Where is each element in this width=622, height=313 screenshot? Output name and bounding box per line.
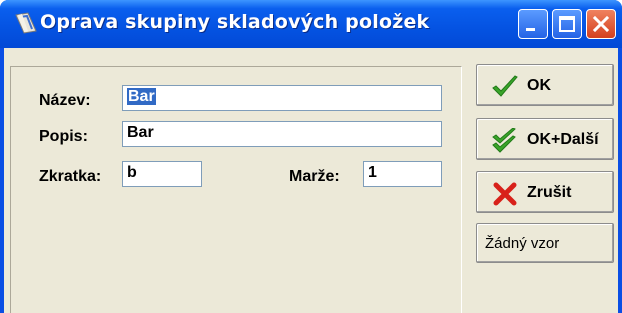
maximize-icon: [559, 16, 575, 32]
app-icon: [15, 12, 37, 34]
template-button-label: Žádný vzor: [485, 235, 560, 252]
popis-label: Popis:: [39, 128, 88, 146]
ok-button-label: OK: [527, 77, 551, 94]
maximize-button[interactable]: [552, 9, 582, 39]
title-bar[interactable]: Oprava skupiny skladových položek: [0, 0, 622, 48]
double-checkmark-icon: [492, 128, 516, 153]
nazev-label-text: Název:: [39, 92, 91, 109]
dialog-window: Oprava skupiny skladových položek Název:…: [0, 0, 622, 313]
ok-button[interactable]: OK: [476, 64, 614, 106]
cancel-button-label: Zrušit: [527, 184, 572, 201]
nazev-selected-text: Bar: [127, 88, 156, 105]
nazev-label: Název:: [39, 92, 91, 110]
window-title: Oprava skupiny skladových položek: [40, 11, 430, 33]
popis-input[interactable]: Bar: [122, 121, 442, 147]
ok-next-button[interactable]: OK+Další: [476, 118, 614, 160]
minimize-button[interactable]: [518, 9, 548, 39]
minimize-icon: [526, 28, 535, 31]
ok-next-button-label: OK+Další: [527, 131, 599, 148]
cancel-button[interactable]: Zrušit: [476, 171, 614, 213]
dialog-body: Název: Bar Popis: Bar Zkratka: b Marže: …: [4, 48, 618, 313]
popis-label-text: Popis:: [39, 128, 88, 145]
close-icon: [592, 15, 610, 33]
zkratka-label-text: Zkratka:: [39, 168, 102, 185]
zkratka-label: Zkratka:: [39, 168, 101, 186]
nazev-input[interactable]: Bar: [122, 85, 442, 111]
template-button[interactable]: Žádný vzor: [476, 223, 614, 263]
red-x-icon: [493, 182, 517, 206]
marze-input[interactable]: 1: [363, 161, 442, 187]
checkmark-icon: [492, 75, 518, 97]
zkratka-input[interactable]: b: [122, 161, 202, 187]
close-button[interactable]: [586, 9, 616, 39]
marze-label: Marže:: [289, 168, 340, 186]
marze-label-text: Marže:: [289, 168, 340, 185]
